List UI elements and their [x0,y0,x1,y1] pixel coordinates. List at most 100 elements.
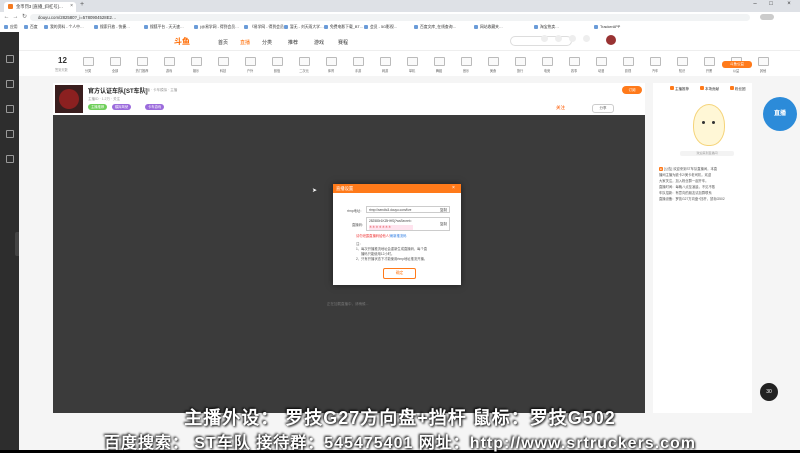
sidebar-home-icon[interactable] [0,55,19,64]
category-item[interactable]: 科技 [209,57,237,73]
category-item[interactable]: 旅行 [506,57,534,73]
anchor-avatar[interactable] [55,85,83,113]
category-item[interactable]: 颜值 [263,57,291,73]
extension-icon[interactable] [760,14,774,20]
room-tag[interactable]: 模拟驾驶 [112,104,132,110]
bookmark-item[interactable]: 淘宝热卖… [534,24,559,31]
category-icon [82,57,94,66]
bookmark-item[interactable]: 百度文库_在线查询… [414,24,456,31]
reload-icon[interactable]: ↻ [20,12,29,23]
bookmark-item[interactable]: 搜索开放 - 快捷… [94,24,130,31]
minimize-icon[interactable]: – [748,1,762,7]
category-item[interactable]: 娱乐 [182,57,210,73]
nav-recommend[interactable]: 推荐 [288,39,298,46]
bookmark-item[interactable]: 暂无 - 刘天雨大学… [284,24,324,31]
promo-button[interactable]: 斗鱼公益 [722,61,752,68]
category-item[interactable]: 全部 [101,57,129,73]
site-logo[interactable]: 斗鱼 [174,36,190,47]
share-button[interactable]: 分享 [592,104,614,113]
category-item[interactable]: 热门推荐 [128,57,156,73]
tab-title: 金币罚3 [直播_斜杠号]… [16,4,64,9]
back-icon[interactable]: ← [2,12,11,23]
live-badge[interactable]: 直播 [763,97,797,131]
maximize-icon[interactable]: □ [764,1,778,7]
notice-line: 直播设备：罗技G27方向盘+挡杆，鼠标G502 [659,197,725,201]
category-item[interactable]: 舞蹈 [425,57,453,73]
rtmp-field[interactable]: rtmp://sendtc3.douyu.com/live [366,206,450,213]
bookmark-item[interactable]: 免费电影下载_BT… [324,24,364,31]
category-label: 公益 [732,69,740,73]
close-tab-icon[interactable]: × [70,3,73,9]
download-icon[interactable] [569,35,576,42]
category-item[interactable]: 电竞 [533,57,561,73]
nav-schedule[interactable]: 赛程 [338,39,348,46]
category-item[interactable]: 汽车 [641,57,669,73]
category-icon [136,57,148,66]
category-item[interactable]: 单机 [398,57,426,73]
category-item[interactable]: 分类 [74,57,102,73]
copy-rtmp-button[interactable]: 复制 [440,208,447,213]
new-tab-icon[interactable]: + [80,1,84,8]
dialog-ok-button[interactable]: 确定 [383,268,416,279]
category-item[interactable]: 户外 [236,57,264,73]
bookmark-item[interactable]: TrackerAPP [594,24,620,31]
category-item[interactable]: 开黑 [695,57,723,73]
dialog-title: 直播设置 [336,186,354,191]
browser-tab[interactable]: 金币罚3 [直播_斜杠号]… × [4,2,76,12]
refresh-code-link[interactable]: 刷新推流码 [390,233,406,238]
category-item[interactable]: 手游 [344,57,372,73]
category-item[interactable]: 其他 [749,57,777,73]
dialog-close-icon[interactable]: × [452,185,455,191]
category-label: 单机 [408,69,416,73]
bookmark-item[interactable]: 应用 [4,24,18,31]
notice-line: 大家关注，加入粉丝群一起开车。 [659,179,709,183]
bookmark-item[interactable]: 搜狐平台 - 天天速… [144,24,184,31]
nav-games[interactable]: 游戏 [314,39,324,46]
follow-icon[interactable] [555,35,562,42]
user-avatar[interactable] [606,35,616,45]
sidebar-follow-icon[interactable] [0,80,19,89]
bookmark-item[interactable]: 会员 - 5G影视… [364,24,397,31]
url-input[interactable] [30,14,750,21]
sidebar-category-icon[interactable] [0,105,19,114]
follow-button[interactable]: 关注 [556,105,565,111]
category-item[interactable]: 赛事 [560,57,588,73]
bookmark-item[interactable]: 百度 [24,24,38,31]
category-item[interactable]: 动漫 [587,57,615,73]
category-item[interactable]: 体育 [317,57,345,73]
warning-text: 请勿泄露直播码给他人！ [356,234,393,238]
bookmark-item[interactable]: 《易学网 - 得到会员… [244,24,288,31]
category-label: 全部 [111,69,119,73]
bookmark-item[interactable]: 网站收藏夹… [474,24,503,31]
room-tag[interactable]: 卡车游戏 [145,104,165,110]
category-item[interactable]: 网游 [371,57,399,73]
right-tab[interactable]: 主播推荐 [670,86,689,92]
category-label: 娱乐 [192,69,200,73]
sidebar-video-icon[interactable] [0,130,19,139]
forward-icon[interactable]: → [11,12,20,23]
sidebar-game-icon[interactable] [0,155,19,164]
category-item[interactable]: 影视 [614,57,642,73]
category-item[interactable]: 音乐 [452,57,480,73]
category-icon [460,57,472,66]
nav-category[interactable]: 分类 [262,39,272,46]
subscribe-button[interactable]: 订阅 [622,86,642,94]
category-item[interactable]: 知识 [668,57,696,73]
right-tab[interactable]: 粉丝团 [730,86,746,92]
dialog-note: 2、只有开播状态下才能使用rtmp地址推流开播。 [356,257,428,261]
history-icon[interactable] [541,35,548,42]
copy-code-button[interactable]: 复制 [440,222,447,227]
nav-home[interactable]: 首页 [218,39,228,46]
close-window-icon[interactable]: × [782,1,796,7]
category-item[interactable]: 美食 [479,57,507,73]
message-icon[interactable] [583,35,590,42]
stream-code-field[interactable]: 282580r1KZtHHSj?wsSecret= ＊＊＊＊＊＊＊ [366,217,450,231]
nav-live[interactable]: 直播 [240,39,250,46]
category-item[interactable]: 游戏 [155,57,183,73]
bookmark-item[interactable]: (@易学网 - 得到会员… [194,24,239,31]
right-tab[interactable]: 本场贡献 [700,86,719,92]
category-item[interactable]: 二次元 [290,57,318,73]
sidebar-collapse-handle[interactable] [15,232,19,256]
bookmark-item[interactable]: 我的资料 - 个人中… [44,24,84,31]
room-tag[interactable]: 主播推荐 [88,104,108,110]
